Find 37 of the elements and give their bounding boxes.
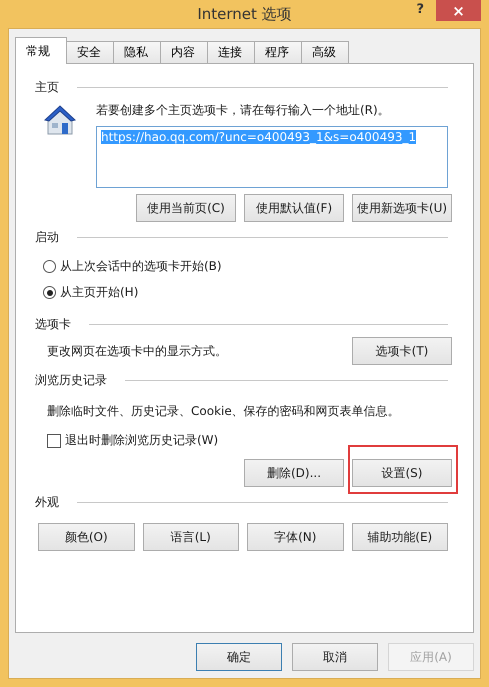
tabs-button[interactable]: 选项卡(T) <box>352 337 452 365</box>
section-heading: 启动 <box>35 228 59 246</box>
section-heading: 浏览历史记录 <box>35 372 107 388</box>
section-heading: 主页 <box>35 78 59 96</box>
appearance-button[interactable]: 辅助功能(E) <box>352 523 448 551</box>
appearance-button[interactable]: 字体(N) <box>247 523 344 551</box>
home-page-button[interactable]: 使用默认值(F) <box>244 194 344 222</box>
history-button[interactable]: 删除(D)... <box>244 459 344 487</box>
checkbox-label: 退出时删除浏览历史记录(W) <box>65 432 218 449</box>
tab[interactable]: 连接 <box>207 41 255 63</box>
appearance-button[interactable]: 语言(L) <box>142 523 239 551</box>
radio-button[interactable] <box>43 260 56 273</box>
dialog-button[interactable]: 确定 <box>196 643 282 671</box>
history-button[interactable]: 设置(S) <box>352 459 452 487</box>
description-text: 更改网页在选项卡中的显示方式。 <box>47 343 227 359</box>
section-heading: 外观 <box>35 494 59 510</box>
radio-button[interactable] <box>43 286 56 299</box>
appearance-button[interactable]: 颜色(O) <box>38 523 134 551</box>
tab[interactable]: 内容 <box>160 41 208 63</box>
checkbox[interactable] <box>47 434 61 448</box>
radio-label: 从上次会话中的选项卡开始(B) <box>60 258 222 275</box>
window-title: Internet 选项 <box>197 4 292 24</box>
house-icon <box>43 104 77 136</box>
close-button[interactable]: × <box>436 0 481 21</box>
radio-label: 从主页开始(H) <box>60 284 138 301</box>
tab[interactable]: 隐私 <box>113 41 161 63</box>
description-text: 删除临时文件、历史记录、Cookie、保存的密码和网页表单信息。 <box>47 403 401 419</box>
tab[interactable]: 程序 <box>254 41 302 63</box>
home-page-button[interactable]: 使用新选项卡(U) <box>352 194 452 222</box>
section-heading: 选项卡 <box>35 316 71 332</box>
instruction-text: 若要创建多个主页选项卡，请在每行输入一个地址(R)。 <box>96 102 391 118</box>
dialog-button[interactable]: 取消 <box>292 643 378 671</box>
tab[interactable]: 常规 <box>15 37 67 64</box>
home-page-button[interactable]: 使用当前页(C) <box>136 194 236 222</box>
tab[interactable]: 安全 <box>66 41 114 63</box>
tab[interactable]: 高级 <box>301 41 349 63</box>
help-button[interactable]: ? <box>412 0 428 19</box>
